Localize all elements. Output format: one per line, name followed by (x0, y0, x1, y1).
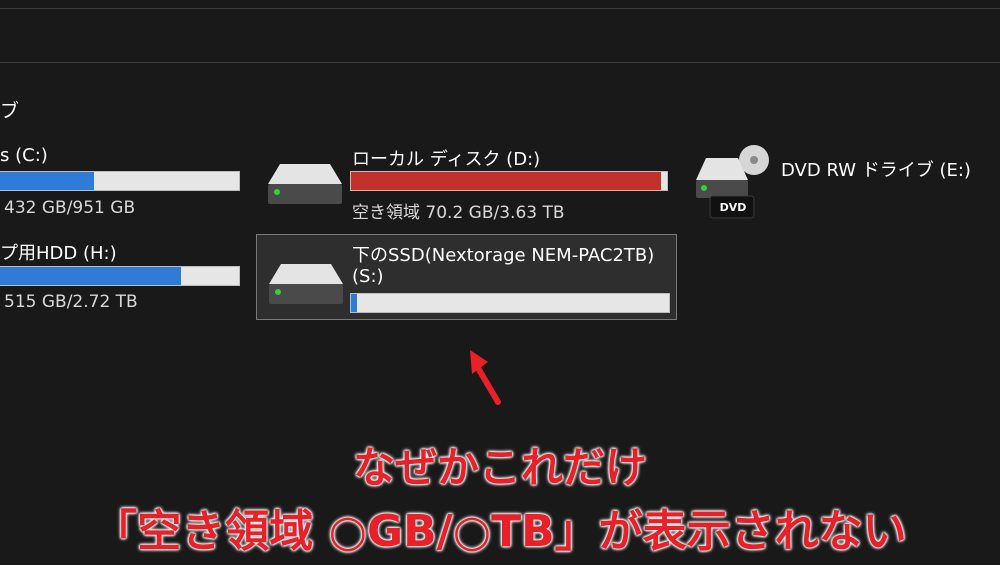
drive-h-usage-bar (0, 266, 240, 286)
drive-c-free: 432 GB/951 GB (4, 198, 136, 218)
drive-d-free: 空き領域 70.2 GB/3.63 TB (352, 203, 565, 223)
drive-d[interactable]: ローカル ディスク (D:) 空き領域 70.2 GB/3.63 TB (256, 140, 677, 230)
drive-c-usage-bar (0, 171, 240, 191)
address-divider (0, 62, 1000, 63)
hard-drive-icon (269, 264, 343, 304)
section-title: ブ (0, 100, 20, 122)
drive-h-free: 515 GB/2.72 TB (4, 292, 138, 312)
drive-c-name: s (C:) (0, 145, 48, 166)
hard-drive-icon (268, 164, 342, 204)
drive-d-usage-fill (351, 172, 661, 190)
drive-e-name: DVD RW ドライブ (E:) (781, 160, 971, 181)
drive-c-usage-fill (0, 172, 94, 190)
drive-s-usage-fill (351, 294, 358, 312)
drive-d-name: ローカル ディスク (D:) (352, 149, 541, 170)
drive-s-usage-bar (350, 293, 670, 313)
dvd-badge: DVD (719, 201, 747, 214)
drive-c[interactable]: s (C:) 432 GB/951 GB (0, 140, 250, 230)
caption-line2: 「空き領域 ○GB/○TB」が表示されない (93, 506, 907, 557)
drive-e[interactable]: DVD DVD RW ドライブ (E:) (694, 140, 994, 230)
drive-s-name-line2: (S:) (352, 266, 384, 287)
drive-h-usage-fill (0, 267, 182, 285)
annotation-arrow-icon (470, 350, 501, 405)
drive-d-usage-bar (350, 171, 668, 191)
drive-h[interactable]: プ用HDD (H:) 515 GB/2.72 TB (0, 234, 250, 324)
drive-s[interactable]: 下のSSD(Nextorage NEM-PAC2TB) (S:) (256, 234, 677, 320)
drive-s-name: 下のSSD(Nextorage NEM-PAC2TB) (352, 245, 655, 266)
caption-line1: なぜかこれだけ (352, 443, 647, 492)
top-divider (0, 8, 1000, 9)
drive-h-name: プ用HDD (H:) (0, 243, 117, 264)
